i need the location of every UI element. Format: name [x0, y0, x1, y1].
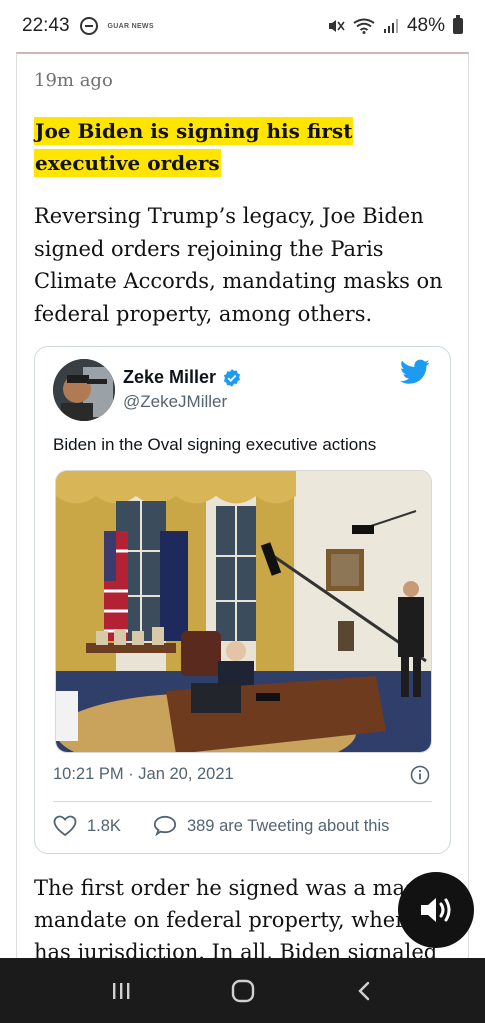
- verified-badge-icon: [223, 368, 241, 387]
- post-headline[interactable]: Joe Biden is signing his first executive…: [34, 115, 424, 179]
- battery-icon: [453, 15, 463, 34]
- recent-apps-icon[interactable]: [109, 979, 133, 1003]
- twitter-bird-icon[interactable]: [400, 359, 430, 385]
- status-left: 22:43 GUAR NEWS: [22, 15, 154, 37]
- tweet-actions: 1.8K 389 are Tweeting about this: [53, 815, 389, 837]
- avatar[interactable]: [53, 359, 115, 421]
- mute-icon: [328, 20, 345, 32]
- status-bar: 22:43 GUAR NEWS 48%: [0, 0, 485, 52]
- embedded-tweet[interactable]: Zeke Miller @ZekeJMiller Biden in the Ov…: [34, 346, 451, 854]
- do-not-disturb-icon: [79, 17, 98, 35]
- battery-level: 48%: [406, 15, 445, 36]
- tweet-author-handle[interactable]: @ZekeJMiller: [123, 392, 227, 412]
- tweet-text: Biden in the Oval signing executive acti…: [53, 435, 377, 454]
- tweet-divider: [53, 801, 432, 802]
- reply-bubble-icon: [153, 815, 177, 837]
- info-icon[interactable]: [410, 765, 430, 785]
- navigation-bar: [0, 958, 485, 1023]
- status-time: 22:43: [22, 15, 70, 36]
- tweet-author-name[interactable]: Zeke Miller: [123, 367, 242, 388]
- wifi-icon: [353, 18, 375, 34]
- home-icon[interactable]: [230, 978, 256, 1004]
- heart-icon: [53, 815, 77, 837]
- news-app-icon: GUAR NEWS: [107, 22, 154, 30]
- back-icon[interactable]: [353, 979, 377, 1003]
- like-action[interactable]: 1.8K: [53, 815, 121, 837]
- tweet-photo[interactable]: [55, 470, 432, 753]
- post-lede: Reversing Trump’s legacy, Joe Biden sign…: [34, 204, 443, 326]
- like-count: 1.8K: [87, 816, 121, 835]
- tweet-timestamp[interactable]: 10:21 PM · Jan 20, 2021: [53, 765, 234, 784]
- reply-text: 389 are Tweeting about this: [186, 816, 390, 835]
- speaker-icon: [421, 898, 451, 922]
- headline-text: Joe Biden is signing his first executive…: [34, 117, 354, 177]
- signal-icon: [383, 19, 398, 33]
- audio-button[interactable]: [398, 872, 474, 948]
- post-timestamp: 19m ago: [34, 70, 113, 91]
- status-right: 48%: [327, 15, 463, 37]
- author-name: Zeke Miller: [123, 367, 217, 387]
- reply-action[interactable]: 389 are Tweeting about this: [153, 815, 389, 837]
